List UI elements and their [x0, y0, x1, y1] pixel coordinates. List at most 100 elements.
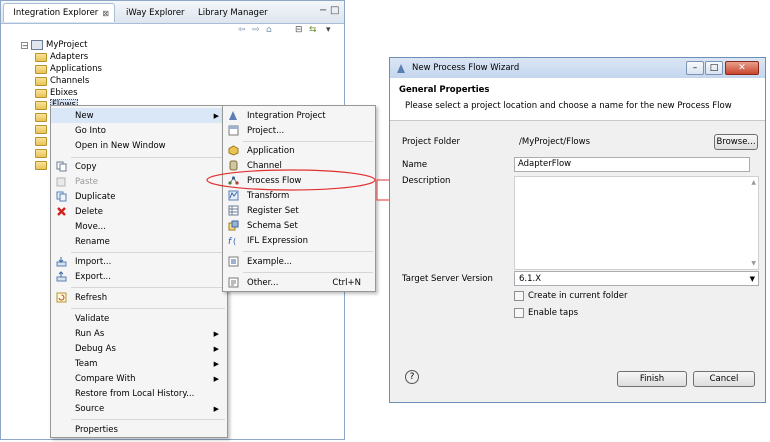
tab-iway-explorer[interactable]: i iWay Explorer [117, 3, 187, 22]
menu-item-label: Example... [247, 256, 292, 267]
folder-icon [35, 160, 47, 170]
menu-item-label: Validate [75, 313, 110, 324]
menu-item-label: Open in New Window [75, 140, 166, 151]
enable-taps-checkbox[interactable] [514, 308, 524, 318]
menu-item-validate[interactable]: Validate [51, 311, 227, 326]
tree-node-adapters[interactable]: Adapters [35, 51, 88, 63]
menu-item-other[interactable]: Other... Ctrl+N [223, 275, 375, 290]
menu-item-ifl-expression[interactable]: f( IFL Expression [223, 233, 375, 248]
close-window-button[interactable]: ✕ [725, 61, 759, 75]
folder-icon [35, 52, 47, 62]
target-server-select[interactable]: 6.1.X ▼ [514, 271, 759, 286]
integration-project-icon [229, 111, 237, 120]
tree-node-label: MyProject [46, 40, 88, 50]
dialog-title: New Process Flow Wizard [412, 63, 520, 73]
cancel-button[interactable]: Cancel [693, 371, 755, 387]
back-icon[interactable]: ⇦ [238, 25, 246, 35]
menu-item-label: Delete [75, 206, 103, 217]
dialog-title-bar[interactable]: New Process Flow Wizard – □ ✕ [390, 58, 765, 78]
view-tab-bar: Integration Explorer ⊠ i iWay Explorer L… [1, 1, 344, 24]
view-menu-icon[interactable]: ▾ [326, 25, 331, 35]
tab-label: Integration Explorer [13, 8, 99, 18]
maximize-view-icon[interactable]: □ [330, 5, 339, 16]
create-in-folder-checkbox[interactable] [514, 291, 524, 301]
help-icon[interactable]: ? [405, 370, 419, 384]
delete-icon [57, 207, 66, 216]
menu-item-debug-as[interactable]: Debug As ▶ [51, 341, 227, 356]
menu-item-label: Source [75, 403, 105, 414]
menu-item-import[interactable]: Import... [51, 254, 227, 269]
menu-item-project[interactable]: Project... [223, 123, 375, 138]
menu-item-rename[interactable]: Rename [51, 234, 227, 249]
menu-item-label: Move... [75, 221, 106, 232]
submenu-arrow-icon: ▶ [213, 344, 219, 353]
finish-button[interactable]: Finish [617, 371, 687, 387]
menu-separator [71, 252, 225, 253]
annotation-layer [206, 169, 400, 208]
tab-label: Library Manager [198, 7, 268, 18]
menu-item-export[interactable]: Export... [51, 269, 227, 284]
menu-item-refresh[interactable]: Refresh [51, 290, 227, 305]
menu-item-team[interactable]: Team ▶ [51, 356, 227, 371]
scroll-down-icon[interactable]: ▼ [751, 260, 756, 267]
tree-node-channels[interactable]: Channels [35, 75, 89, 87]
menu-separator [71, 419, 225, 420]
menu-item-label: Project... [247, 125, 285, 136]
tree-node-applications[interactable]: Applications [35, 63, 102, 75]
folder-icon [35, 88, 47, 98]
collapse-toggle-icon[interactable]: − [21, 41, 28, 49]
menu-item-go-into[interactable]: Go Into [51, 123, 227, 138]
home-icon[interactable]: ⌂ [266, 25, 272, 35]
menu-separator [243, 251, 373, 252]
menu-item-label: Export... [75, 271, 111, 282]
target-server-value: 6.1.X [519, 274, 542, 284]
tab-integration-explorer[interactable]: Integration Explorer ⊠ [3, 3, 115, 22]
menu-item-application[interactable]: Application [223, 143, 375, 158]
project-folder-label: Project Folder [402, 137, 461, 147]
menu-item-open-new-window[interactable]: Open in New Window [51, 138, 227, 153]
tree-node-label: Adapters [50, 52, 89, 62]
menu-item-example[interactable]: Example... [223, 254, 375, 269]
submenu-arrow-icon: ▶ [213, 111, 219, 120]
folder-icon [35, 124, 47, 134]
menu-item-label: Restore from Local History... [75, 388, 195, 399]
menu-item-source[interactable]: Source ▶ [51, 401, 227, 416]
browse-button[interactable]: Browse... [714, 134, 758, 150]
maximize-window-button[interactable]: □ [705, 61, 723, 75]
menu-separator [71, 308, 225, 309]
view-toolbar: ⇦ ⇨ ⌂ ⊟ ⇆ ▾ [1, 24, 344, 38]
create-in-folder-label: Create in current folder [528, 291, 628, 301]
description-textarea[interactable]: ▲ ▼ [514, 176, 759, 270]
tree-node-ebixes[interactable]: Ebixes [35, 87, 78, 99]
paste-icon [56, 177, 66, 187]
menu-item-label: Run As [75, 328, 105, 339]
wizard-icon [397, 63, 405, 73]
menu-item-properties[interactable]: Properties [51, 422, 227, 437]
folder-icon [35, 64, 47, 74]
menu-item-label: Application [247, 145, 295, 156]
collapse-all-icon[interactable]: ⊟ [295, 25, 303, 35]
tab-library-manager[interactable]: Library Manager [189, 3, 271, 22]
menu-item-compare-with[interactable]: Compare With ▶ [51, 371, 227, 386]
duplicate-icon [56, 191, 67, 202]
menu-item-restore-local-history[interactable]: Restore from Local History... [51, 386, 227, 401]
menu-item-run-as[interactable]: Run As ▶ [51, 326, 227, 341]
menu-item-integration-project[interactable]: Integration Project [223, 108, 375, 123]
menu-item-new[interactable]: New ▶ [51, 108, 227, 123]
link-with-editor-icon[interactable]: ⇆ [309, 25, 317, 35]
application-icon [228, 145, 239, 156]
enable-taps-label: Enable taps [528, 308, 579, 318]
menu-separator [71, 157, 225, 158]
submenu-arrow-icon: ▶ [213, 329, 219, 338]
forward-icon[interactable]: ⇨ [252, 25, 260, 35]
minimize-view-icon[interactable]: − [319, 5, 327, 16]
minimize-window-button[interactable]: – [686, 61, 704, 75]
refresh-icon [56, 292, 67, 303]
chevron-down-icon: ▼ [749, 275, 755, 283]
tree-node-myproject[interactable]: − MyProject [21, 39, 87, 51]
close-tab-icon[interactable]: ⊠ [102, 9, 109, 18]
scroll-up-icon[interactable]: ▲ [751, 179, 756, 186]
menu-item-label: Integration Project [247, 110, 326, 121]
name-field[interactable]: AdapterFlow [514, 157, 750, 172]
tab-label: iWay Explorer [126, 7, 185, 18]
